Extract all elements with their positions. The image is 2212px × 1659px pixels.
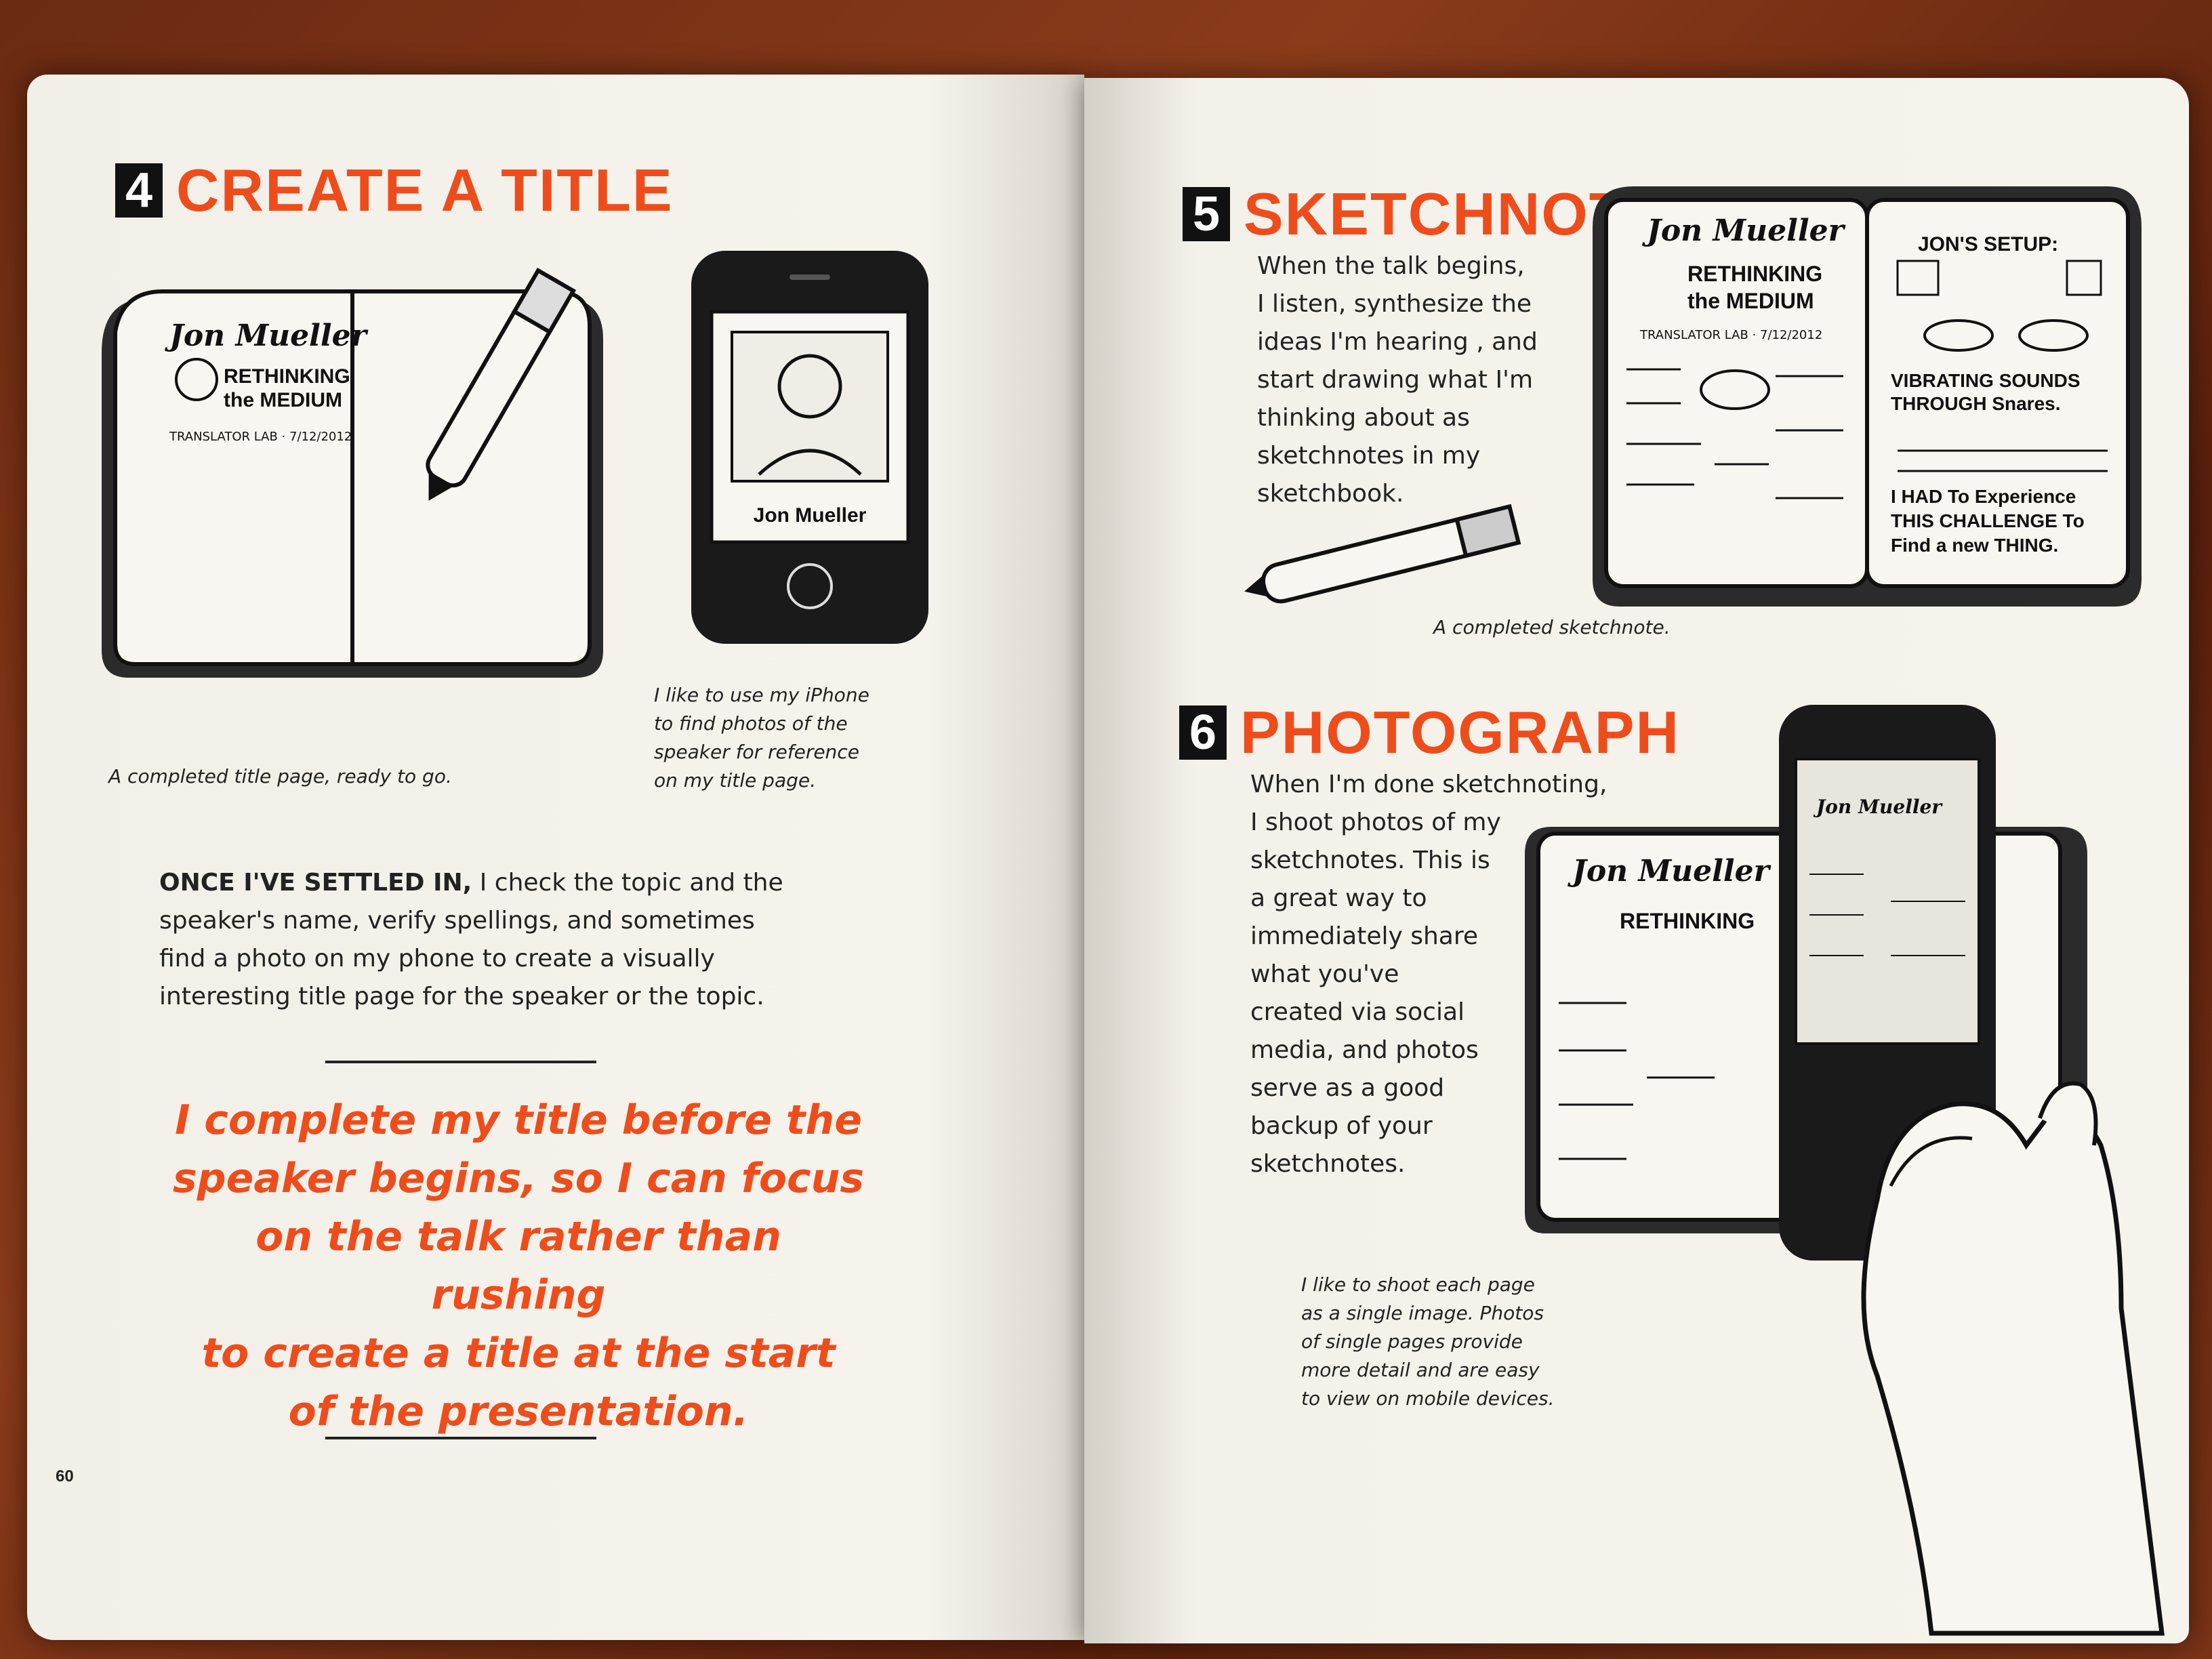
sketchnote-footer: TRANSLATOR LAB · 7/12/2012 [1639,328,1822,342]
step-6-number: 6 [1179,705,1227,760]
photographing-sketchnote-illustration: Jon Mueller RETHINKING Jon Mueller [1525,705,2165,1636]
photo-notebook-name: Jon Mueller [1568,854,1771,888]
step-5-text: When the talk begins, I listen, synthesi… [1257,252,1538,508]
phone-screen-name: Jon Mueller [1813,796,1943,818]
sketch-notebook-footer: TRANSLATOR LAB · 7/12/2012 [169,430,352,444]
sketchnote-name: Jon Mueller [1642,213,1846,248]
sketchnote-line1: RETHINKING [1687,262,1822,286]
step-4-number: 4 [115,163,163,218]
intro-paragraph: ONCE I'VE SETTLED IN, I check the topic … [159,864,905,1016]
iphone-name-label: Jon Mueller [754,504,867,527]
sketchnote-vibrating: VIBRATING SOUNDS THROUGH Snares. [1891,370,2081,414]
caption-photo: I like to shoot each page as a single im… [1301,1273,1555,1410]
sketch-notebook-line2: the MEDIUM [224,389,342,411]
pen-icon-right [1244,504,1521,604]
completed-sketchnote-illustration: Jon Mueller RETHINKING the MEDIUM TRANSL… [1593,186,2142,607]
pull-quote: I complete my title before the speaker b… [172,1097,865,1435]
pen-icon [426,268,577,501]
divider-top [325,1061,596,1063]
step-4-title: CREATE A TITLE [176,157,674,224]
caption-sketchnote: A completed sketchnote. [1433,616,1671,638]
sketch-notebook-line1: RETHINKING [224,365,350,388]
paragraph-lead: ONCE I'VE SETTLED IN, [159,869,472,897]
caption-iphone: I like to use my iPhone to find photos o… [654,684,869,792]
divider-bottom [325,1437,596,1439]
page-number: 60 [56,1467,74,1486]
photo-notebook-line1: RETHINKING [1620,909,1755,933]
iphone-illustration: Jon Mueller [691,251,928,644]
step-5-number: 5 [1183,187,1230,241]
sketchnote-setup-title: JON'S SETUP: [1918,233,2058,255]
sketchnote-challenge: I HAD To Experience THIS CHALLENGE To Fi… [1891,486,2085,556]
caption-title-page: A completed title page, ready to go. [108,765,452,787]
sketch-notebook-name: Jon Mueller [165,319,369,353]
sketchnote-line2: the MEDIUM [1687,289,1814,313]
step-4-heading: 4 CREATE A TITLE [115,156,674,225]
